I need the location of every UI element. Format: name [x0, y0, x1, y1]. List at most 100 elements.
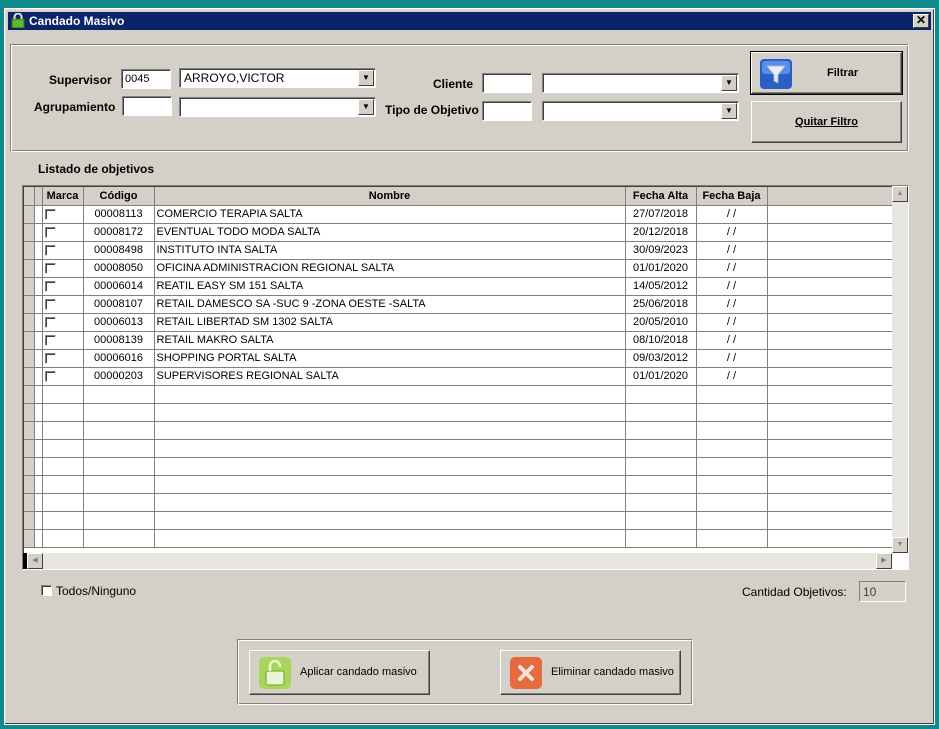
close-button[interactable]: ✕: [913, 14, 929, 28]
row-checkbox[interactable]: [44, 226, 56, 238]
table-row[interactable]: 00000203 SUPERVISORES REGIONAL SALTA 01/01…: [24, 367, 894, 386]
row-selector[interactable]: [24, 313, 35, 332]
table-row[interactable]: 00008113 COMERCIO TERAPIA SALTA 27/07/2018…: [24, 205, 894, 224]
cliente-combo[interactable]: ▼: [542, 73, 739, 93]
row-fecha-baja: / /: [696, 313, 768, 332]
row-codigo: 00008050: [83, 259, 155, 278]
row-indicator: [34, 385, 43, 404]
row-fecha-alta: 01/01/2020: [625, 259, 697, 278]
row-checkbox[interactable]: [44, 298, 56, 310]
row-checkbox[interactable]: [44, 370, 56, 382]
agrupamiento-combo[interactable]: ▼: [179, 97, 376, 117]
chevron-down-icon[interactable]: ▼: [358, 99, 374, 115]
row-nombre: SUPERVISORES REGIONAL SALTA: [154, 367, 626, 386]
scroll-down-icon[interactable]: ▼: [892, 537, 908, 553]
row-selector[interactable]: [24, 241, 35, 260]
quitar-filtro-button[interactable]: Quitar Filtro: [751, 101, 902, 143]
table-row[interactable]: 00008050 OFICINA ADMINISTRACION REGIONAL …: [24, 259, 894, 278]
row-selector[interactable]: [24, 295, 35, 314]
row-checkbox[interactable]: [44, 262, 56, 274]
column-header-marca[interactable]: Marca: [42, 187, 84, 206]
tipo-objetivo-code-field[interactable]: [482, 101, 532, 121]
row-selector[interactable]: [24, 223, 35, 242]
padlock-open-icon: [259, 657, 291, 689]
chevron-down-icon[interactable]: ▼: [721, 75, 737, 91]
objetivos-grid[interactable]: Marca Código Nombre Fecha Alta Fecha Baj…: [22, 185, 909, 570]
row-indicator: [34, 367, 43, 386]
scroll-left-icon[interactable]: ◀: [27, 553, 43, 569]
row-filler: [767, 205, 894, 224]
row-checkbox[interactable]: [44, 316, 56, 328]
row-checkbox[interactable]: [44, 244, 56, 256]
row-selector[interactable]: [24, 205, 35, 224]
empty-cell: [767, 493, 894, 512]
eliminar-candado-button[interactable]: Eliminar candado masivo: [500, 650, 681, 695]
row-checkbox-cell[interactable]: [42, 241, 84, 260]
empty-cell: [767, 385, 894, 404]
row-selector[interactable]: [24, 259, 35, 278]
row-checkbox-cell[interactable]: [42, 313, 84, 332]
cliente-code-field[interactable]: [482, 73, 532, 93]
agrupamiento-code-field[interactable]: [122, 96, 172, 116]
empty-cell: [42, 421, 84, 440]
row-checkbox-cell[interactable]: [42, 277, 84, 296]
row-fecha-baja: / /: [696, 349, 768, 368]
row-checkbox-cell[interactable]: [42, 205, 84, 224]
tipo-objetivo-combo[interactable]: ▼: [542, 101, 739, 121]
vertical-scrollbar[interactable]: ▲ ▼: [892, 186, 908, 553]
todos-ninguno-checkbox[interactable]: [41, 585, 52, 596]
column-header-fecha-baja[interactable]: Fecha Baja: [696, 187, 768, 206]
row-indicator: [34, 313, 43, 332]
row-checkbox-cell[interactable]: [42, 259, 84, 278]
row-checkbox-cell[interactable]: [42, 349, 84, 368]
column-header-codigo[interactable]: Código: [83, 187, 155, 206]
empty-cell: [767, 403, 894, 422]
empty-cell: [83, 439, 155, 458]
agrupamiento-label: Agrupamiento: [34, 100, 116, 114]
empty-cell: [83, 457, 155, 476]
row-selector[interactable]: [24, 367, 35, 386]
row-indicator: [34, 529, 43, 548]
table-row[interactable]: 00008498 INSTITUTO INTA SALTA 30/09/2023 /…: [24, 241, 894, 260]
row-checkbox[interactable]: [44, 352, 56, 364]
row-checkbox-cell[interactable]: [42, 331, 84, 350]
table-row[interactable]: 00006016 SHOPPING PORTAL SALTA 09/03/2012 …: [24, 349, 894, 368]
horizontal-scrollbar[interactable]: ◀ ▶: [23, 553, 892, 569]
column-header-fecha-alta[interactable]: Fecha Alta: [625, 187, 697, 206]
table-row[interactable]: 00008139 RETAIL MAKRO SALTA 08/10/2018 / /: [24, 331, 894, 350]
empty-row: [24, 385, 894, 404]
chevron-down-icon[interactable]: ▼: [721, 103, 737, 119]
column-header-nombre[interactable]: Nombre: [154, 187, 626, 206]
funnel-icon: [760, 59, 792, 89]
row-checkbox[interactable]: [44, 280, 56, 292]
empty-cell: [767, 421, 894, 440]
table-row[interactable]: 00006014 REATIL EASY SM 151 SALTA 14/05/20…: [24, 277, 894, 296]
row-checkbox-cell[interactable]: [42, 367, 84, 386]
row-fecha-baja: / /: [696, 259, 768, 278]
row-selector: [24, 457, 35, 476]
row-checkbox-cell[interactable]: [42, 223, 84, 242]
supervisor-code-field[interactable]: 0045: [121, 69, 171, 89]
table-row[interactable]: 00006013 RETAIL LIBERTAD SM 1302 SALTA 20/…: [24, 313, 894, 332]
empty-cell: [696, 385, 768, 404]
row-selector[interactable]: [24, 331, 35, 350]
row-checkbox[interactable]: [44, 334, 56, 346]
table-row[interactable]: 00008172 EVENTUAL TODO MODA SALTA 20/12/20…: [24, 223, 894, 242]
chevron-down-icon[interactable]: ▼: [358, 70, 374, 86]
row-selector[interactable]: [24, 349, 35, 368]
filtrar-button[interactable]: Filtrar: [750, 51, 903, 95]
row-indicator: [34, 403, 43, 422]
row-checkbox[interactable]: [44, 208, 56, 220]
row-selector[interactable]: [24, 277, 35, 296]
row-fecha-baja: / /: [696, 223, 768, 242]
scroll-right-icon[interactable]: ▶: [876, 553, 892, 569]
table-row[interactable]: 00008107 RETAIL DAMESCO SA -SUC 9 -ZONA O…: [24, 295, 894, 314]
empty-cell: [696, 439, 768, 458]
row-nombre: INSTITUTO INTA SALTA: [154, 241, 626, 260]
row-checkbox-cell[interactable]: [42, 295, 84, 314]
supervisor-combo[interactable]: ARROYO,VICTOR ▼: [179, 68, 376, 88]
row-filler: [767, 277, 894, 296]
scroll-up-icon[interactable]: ▲: [892, 186, 908, 202]
row-filler: [767, 223, 894, 242]
aplicar-candado-button[interactable]: Aplicar candado masivo: [249, 650, 430, 695]
